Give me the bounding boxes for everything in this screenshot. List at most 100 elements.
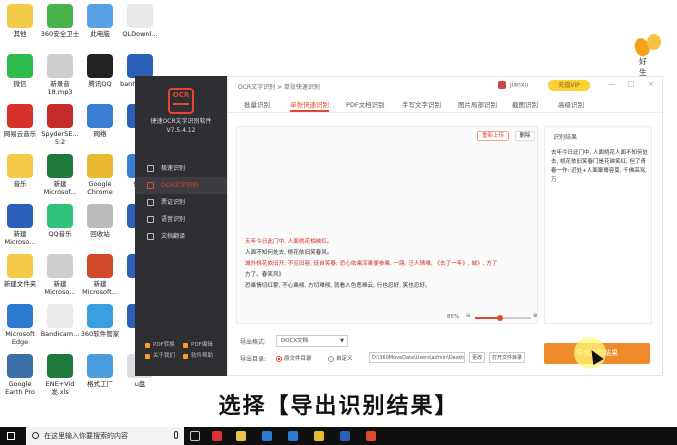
sidebar-item[interactable]: 语音识别 bbox=[135, 211, 227, 228]
taskbar-app-icon[interactable] bbox=[262, 431, 272, 441]
desktop-icon-label: 新建 Microso... bbox=[44, 280, 76, 296]
tab[interactable]: PDF文档识别 bbox=[346, 99, 385, 112]
desktop-icon[interactable]: 格式工厂 bbox=[80, 354, 120, 388]
desktop-icon-label: QLDownl... bbox=[122, 30, 158, 38]
desktop-icon[interactable]: Microsoft Edge bbox=[0, 304, 40, 346]
desktop-icon[interactable]: 新建 Microsof... bbox=[40, 154, 80, 196]
tab[interactable]: 手写文字识别 bbox=[402, 99, 441, 112]
tab[interactable]: 截图识别 bbox=[512, 99, 538, 112]
change-directory-button[interactable]: 更改 bbox=[469, 352, 485, 363]
user-info[interactable]: jianxu bbox=[498, 81, 528, 89]
microphone-icon[interactable] bbox=[174, 431, 178, 439]
sidebar-item[interactable]: 极速识别 bbox=[135, 160, 227, 177]
app-icon bbox=[87, 254, 113, 278]
sidebar-item-label: 语音识别 bbox=[161, 216, 186, 223]
word-icon[interactable] bbox=[340, 431, 350, 441]
zoom-in-icon[interactable]: ⊕ bbox=[533, 313, 538, 319]
desktop-icon[interactable]: 新建 Microso... bbox=[0, 204, 40, 246]
sidebar-item-label: OCR文字识别 bbox=[161, 182, 199, 189]
footer-link[interactable]: PDF编辑 bbox=[183, 340, 221, 351]
desktop-icon[interactable]: 新建 Microso... bbox=[40, 254, 80, 296]
desktop-icon[interactable]: 网易云音乐 bbox=[0, 104, 40, 138]
desktop-icon-label: SpyderSE... 5.2 bbox=[41, 130, 79, 146]
result-text[interactable]: 去年今日此门中, 人面桃花人面不知何处去, 桃花依旧笑春门是花映笑红, 但了青春… bbox=[551, 149, 649, 185]
open-folder-button[interactable]: 打开文件目录 bbox=[489, 352, 525, 363]
sidebar-item[interactable]: 文档翻译 bbox=[135, 228, 227, 245]
scan-icon bbox=[173, 103, 189, 105]
desktop-icon[interactable]: QQ音乐 bbox=[40, 204, 80, 238]
delete-button[interactable]: 删除 bbox=[515, 131, 535, 141]
desktop-icon[interactable]: 音乐 bbox=[0, 154, 40, 188]
app-icon bbox=[7, 204, 33, 228]
desktop-icon-label: 音乐 bbox=[13, 180, 27, 188]
reupload-button[interactable]: 重新上传 bbox=[477, 131, 509, 141]
desktop-icon[interactable]: 其他 bbox=[0, 4, 40, 38]
start-button[interactable] bbox=[0, 427, 22, 445]
zoom-out-icon[interactable]: ⊖ bbox=[466, 313, 471, 319]
close-icon[interactable]: × bbox=[648, 80, 654, 88]
tab[interactable]: 单张快速识别 bbox=[290, 99, 329, 112]
desktop-icon[interactable]: 新录音 18.mp3 bbox=[40, 54, 80, 96]
tab[interactable]: 批量识别 bbox=[244, 99, 270, 112]
footer-link[interactable]: 软件帮助 bbox=[183, 351, 221, 362]
desktop-icon[interactable]: 网络 bbox=[80, 104, 120, 138]
desktop-icon-label: 网络 bbox=[93, 130, 107, 138]
desktop-icon[interactable]: 新建文件夹 bbox=[0, 254, 40, 288]
desktop-icon[interactable]: Bandicam... bbox=[40, 304, 80, 338]
desktop-icon[interactable]: 回收站 bbox=[80, 204, 120, 238]
user-name: jianxu bbox=[510, 81, 529, 89]
edge-icon[interactable] bbox=[288, 431, 298, 441]
app-icon bbox=[47, 354, 73, 378]
footer-link[interactable]: 关于我们 bbox=[145, 351, 183, 362]
app-icon bbox=[7, 154, 33, 178]
tab[interactable]: 高级识别 bbox=[558, 99, 584, 112]
footer-link[interactable]: PDF转换 bbox=[145, 340, 183, 351]
zoom-slider-thumb[interactable] bbox=[497, 315, 504, 321]
zoom-slider[interactable] bbox=[475, 315, 531, 321]
desktop-icon-label: 新录音 18.mp3 bbox=[47, 80, 73, 96]
app-icon bbox=[87, 304, 113, 328]
radio-custom-directory[interactable]: 自定义 bbox=[328, 354, 353, 362]
desktop-icon-label: 回收站 bbox=[90, 230, 110, 238]
taskbar-search[interactable]: 在这里输入你要搜索的内容 bbox=[26, 427, 184, 445]
app-icon bbox=[47, 304, 73, 328]
windows-icon bbox=[7, 432, 15, 440]
desktop-icon[interactable]: SpyderSE... 5.2 bbox=[40, 104, 80, 146]
tab[interactable]: 图片局部识别 bbox=[458, 99, 497, 112]
desktop-icon[interactable]: 此电脑 bbox=[80, 4, 120, 38]
maximize-icon[interactable]: □ bbox=[628, 80, 635, 88]
nav-icon bbox=[147, 199, 154, 206]
format-select[interactable]: DOCX文档 ▼ bbox=[276, 335, 348, 347]
nav-icon bbox=[147, 233, 154, 240]
task-view-icon[interactable] bbox=[190, 431, 200, 441]
chrome-icon[interactable] bbox=[314, 431, 324, 441]
desktop-icon-label: 腾讯QQ bbox=[88, 80, 112, 88]
radio-source-directory[interactable]: 原文件目录 bbox=[276, 354, 312, 362]
desktop-icon[interactable]: 360软件管家 bbox=[80, 304, 120, 338]
format-label: 导出格式: bbox=[240, 339, 267, 346]
desktop-icon[interactable]: 腾讯QQ bbox=[80, 54, 120, 88]
vip-button[interactable]: 充值VIP bbox=[548, 80, 590, 91]
zoom-level: 85% bbox=[447, 314, 460, 320]
taskbar-app-icon[interactable] bbox=[212, 431, 222, 441]
app-icon bbox=[47, 4, 73, 28]
radio-custom-label: 自定义 bbox=[336, 356, 353, 362]
desktop: 其他360安全卫士此电脑QLDownl...微信新录音 18.mp3腾讯QQba… bbox=[0, 0, 677, 427]
desktop-icon[interactable]: 微信 bbox=[0, 54, 40, 88]
sidebar-item[interactable]: 票证识别 bbox=[135, 194, 227, 211]
radio-selected-icon bbox=[276, 355, 282, 362]
desktop-icon[interactable]: 新建 Microsoft... bbox=[80, 254, 120, 296]
export-path-input[interactable]: D:\360MoveData\Users\admin\Desktop\ bbox=[369, 352, 465, 363]
minimize-icon[interactable]: — bbox=[608, 80, 615, 88]
folder-icon[interactable] bbox=[236, 431, 246, 441]
source-text-line: 天年今日此门中, 人面桃花相映红。 bbox=[245, 239, 333, 245]
desktop-icon[interactable]: 360安全卫士 bbox=[40, 4, 80, 38]
footer-link-label: 关于我们 bbox=[153, 353, 176, 359]
desktop-icon[interactable]: Google Chrome bbox=[80, 154, 120, 196]
result-title: 识别结果 bbox=[553, 134, 578, 141]
sidebar-item[interactable]: OCR文字识别 bbox=[135, 177, 227, 194]
desktop-icon[interactable]: QLDownl... bbox=[120, 4, 160, 38]
app-icon bbox=[87, 4, 113, 28]
ocr-app-icon[interactable] bbox=[366, 431, 376, 441]
sidebar-item-label: 票证识别 bbox=[161, 199, 186, 206]
